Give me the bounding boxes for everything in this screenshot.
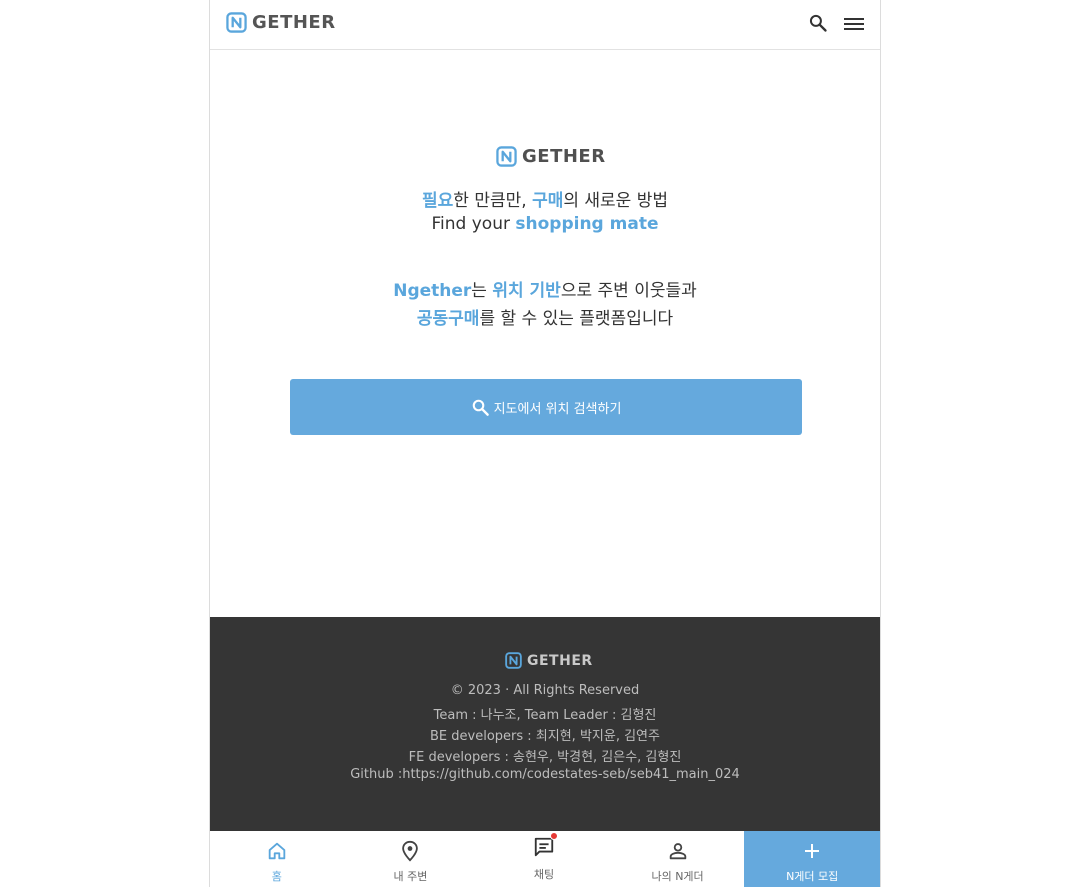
hero-description-2: 공동구매를 할 수 있는 플랫폼입니다 (210, 304, 880, 329)
description-highlight: Ngether (393, 281, 472, 301)
nav-item-nearby[interactable]: 내 주변 (344, 831, 478, 887)
nav-label-my-ngether: 나의 N게더 (651, 870, 704, 883)
app-frame: GETHER GETHER 필요한 만큼만, 구매의 새로운 방법 Find y… (209, 0, 881, 887)
hero-description-1: Ngether는 위치 기반으로 주변 이웃들과 (210, 276, 880, 301)
menu-button[interactable] (841, 11, 867, 37)
search-icon (809, 14, 827, 32)
hero-tagline-2: Find your shopping mate (210, 214, 880, 234)
top-header: GETHER (210, 0, 880, 50)
ngether-logo-icon (226, 12, 247, 33)
description-highlight: 위치 기반 (492, 281, 561, 301)
footer-github-link[interactable]: Github :https://github.com/codestates-se… (210, 767, 880, 782)
footer-fe-developers: FE developers : 송현우, 박경현, 김은수, 김형진 (408, 750, 682, 765)
footer-copyright: © 2023 · All Rights Reserved (450, 683, 640, 698)
map-location-search-button[interactable]: 지도에서 위치 검색하기 (290, 379, 802, 435)
description-text: 으로 주변 이웃들과 (560, 281, 697, 301)
nav-item-create-ngether[interactable]: N게더 모집 (744, 831, 880, 887)
footer-logo: GETHER (505, 652, 593, 669)
footer-team: Team : 나누조, Team Leader : 김형진 (433, 708, 657, 723)
tagline-highlight: 필요 (422, 191, 454, 211)
search-button[interactable] (805, 10, 831, 36)
home-icon (268, 842, 286, 860)
ngether-logo-icon (505, 652, 522, 669)
header-logo[interactable]: GETHER (226, 12, 336, 33)
tagline-text: 한 만큼만, (453, 191, 533, 211)
description-highlight: 공동구매 (416, 309, 480, 329)
nav-label-home: 홈 (271, 870, 282, 883)
tagline-highlight: 구매 (532, 191, 564, 211)
footer-logo-text: GETHER (527, 652, 593, 669)
location-pin-icon (402, 840, 419, 862)
ngether-logo-icon (496, 146, 517, 167)
footer-be-developers: BE developers : 최지현, 박지윤, 김연주 (430, 729, 660, 744)
description-text: 는 (471, 281, 493, 301)
search-icon (472, 399, 489, 416)
footer: GETHER © 2023 · All Rights Reserved Team… (210, 617, 880, 831)
tagline-text: Find your (431, 214, 516, 234)
nav-label-nearby: 내 주변 (393, 870, 428, 883)
person-icon (669, 843, 686, 860)
nav-label-chat: 채팅 (533, 868, 555, 881)
chat-notification-badge (549, 832, 558, 840)
nav-item-chat[interactable]: 채팅 (477, 831, 611, 887)
map-location-search-label: 지도에서 위치 검색하기 (493, 401, 622, 417)
nav-label-create-ngether: N게더 모집 (786, 870, 839, 883)
nav-item-my-ngether[interactable]: 나의 N게더 (611, 831, 745, 887)
plus-icon (805, 844, 820, 858)
description-text: 를 할 수 있는 플랫폼입니다 (479, 309, 674, 329)
hero-logo: GETHER (496, 146, 606, 167)
tagline-highlight: shopping mate (515, 214, 659, 234)
header-logo-text: GETHER (252, 12, 336, 33)
hero-tagline-1: 필요한 만큼만, 구매의 새로운 방법 (210, 186, 880, 211)
hamburger-menu-icon (844, 18, 864, 30)
tagline-text: 의 새로운 방법 (563, 191, 668, 211)
hero-logo-text: GETHER (522, 146, 606, 167)
nav-item-home[interactable]: 홈 (210, 831, 344, 887)
bottom-navigation: 홈 내 주변 채팅 나의 N게더 N게더 모집 (210, 831, 880, 887)
